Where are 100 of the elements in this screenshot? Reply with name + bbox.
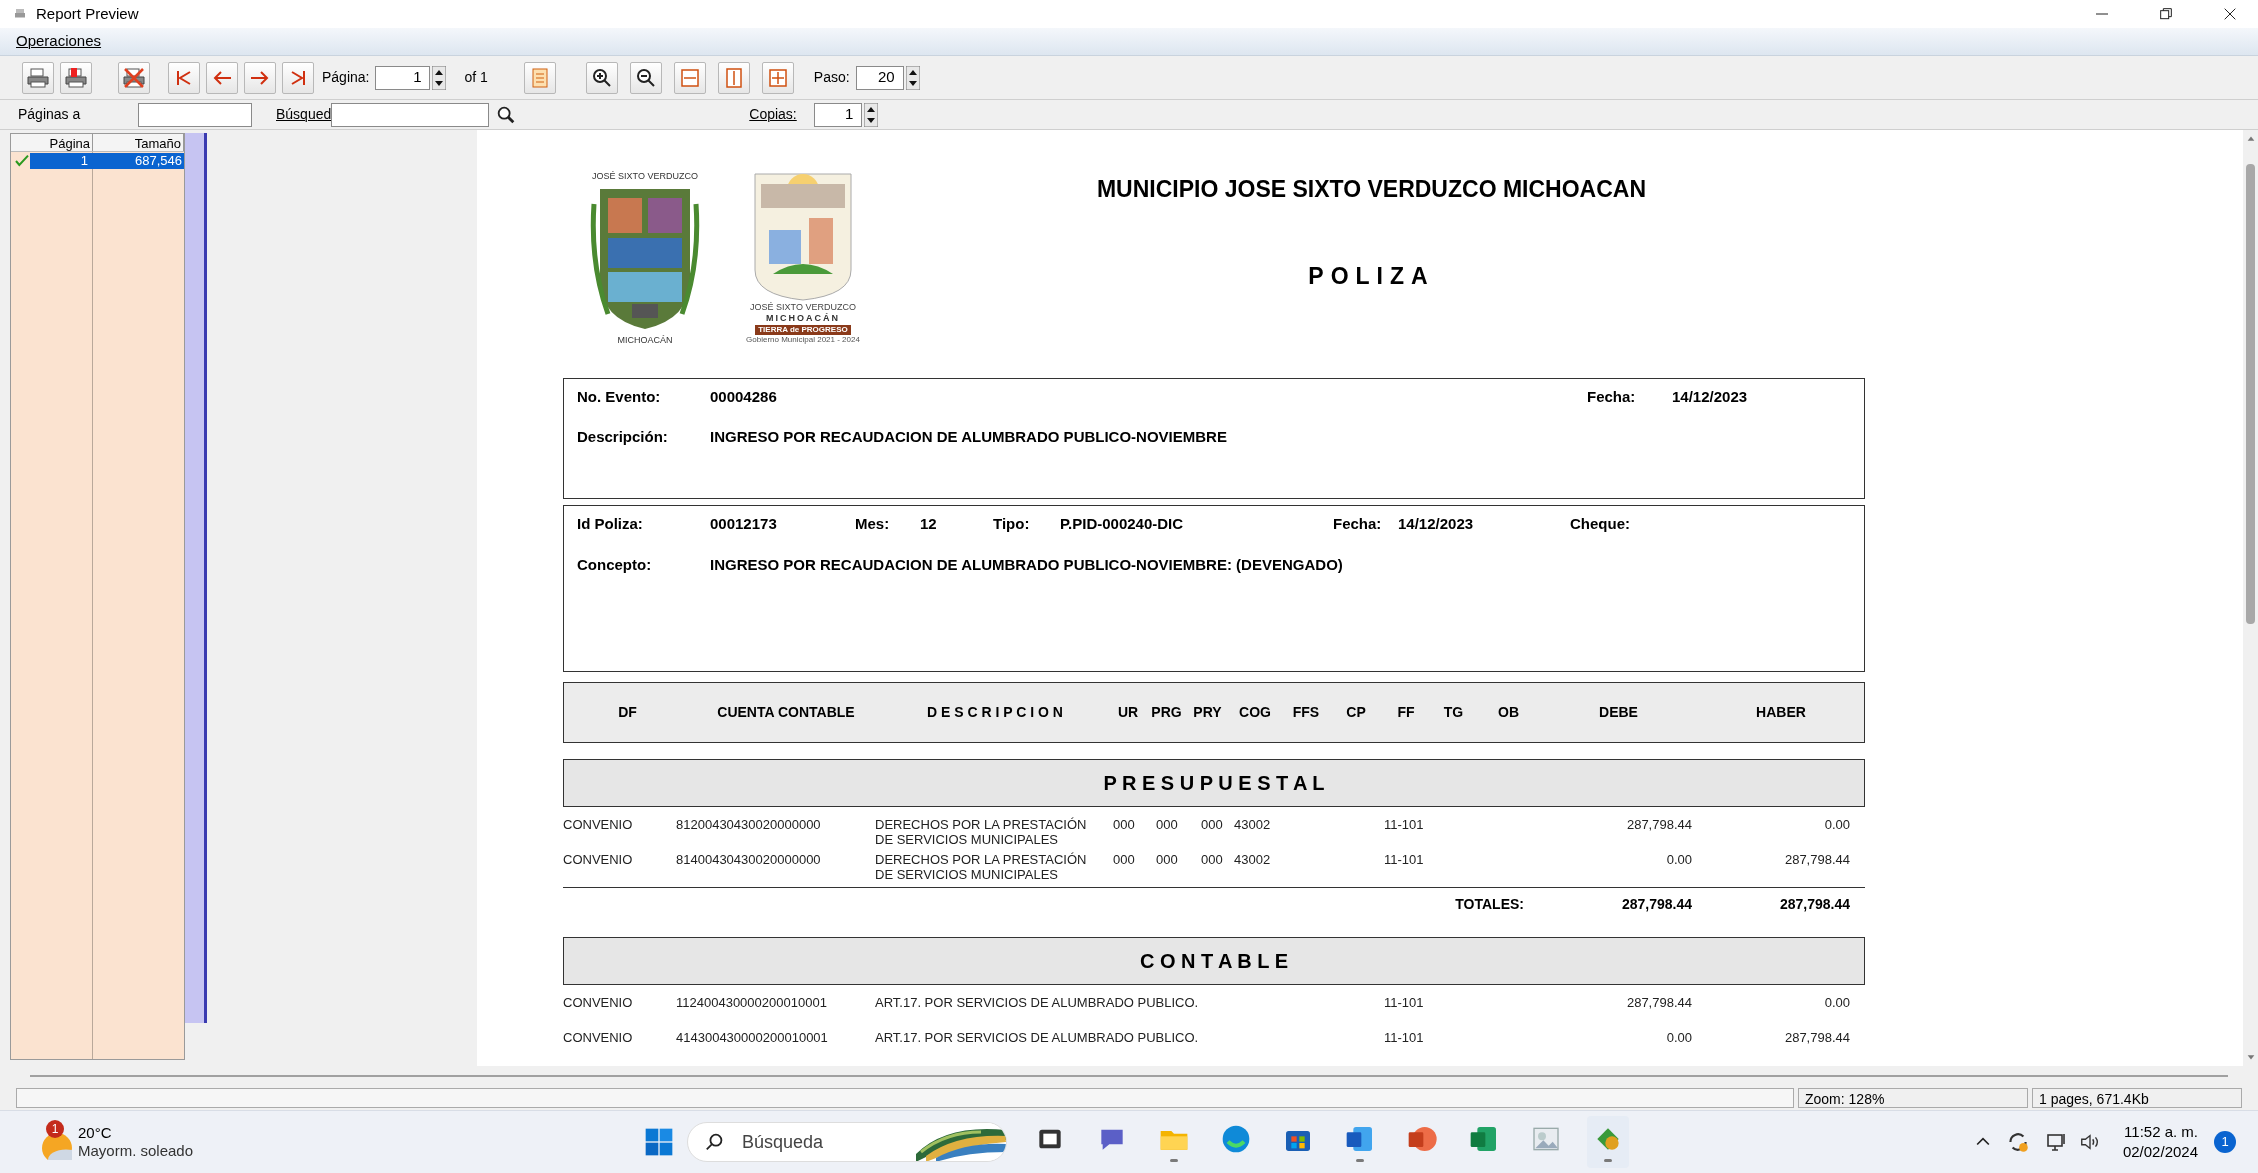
temperature: 20°C [78, 1124, 113, 1142]
scroll-down-icon[interactable] [2245, 1052, 2256, 1062]
column-header: D E S C R I P C I O N [926, 703, 1064, 722]
field-value: P.PID-000240-DIC [1060, 514, 1185, 534]
weather-label: Mayorm. soleado [78, 1142, 194, 1160]
previous-page-button[interactable] [206, 61, 238, 94]
field-value: 12 [920, 514, 938, 534]
clock-time[interactable]: 11:52 a. m. [2124, 1122, 2198, 1142]
table-cell-text: 287,798.44 [1625, 817, 1693, 834]
table-cell-text: 0.00 [1823, 817, 1851, 834]
table-cell-text: CONVENIO [563, 995, 634, 1012]
column-header: PRG [1150, 703, 1183, 722]
table-cell-text: 0.00 [1665, 1030, 1693, 1047]
page-label: Página: [322, 68, 370, 87]
field-value: INGRESO POR RECAUDACION DE ALUMBRADO PUBLICO-NOVIEMBRE: (DEVENGADO) [710, 554, 1344, 575]
fit-height-button[interactable] [717, 61, 750, 94]
table-cell-text: 11-101 [1384, 995, 1425, 1012]
table-cell-text: 112400430000200010001 [676, 995, 828, 1012]
page-number: 1 [79, 152, 89, 171]
copies-label: Copias: [749, 105, 798, 124]
table-cell-text: DERECHOS POR LA PRESTACIÓN DE SERVICIOS MUNICIPALES [875, 817, 1088, 849]
total-credit: 287,798.44 [1778, 895, 1851, 914]
scroll-up-icon[interactable] [2245, 134, 2256, 144]
field-value: 14/12/2023 [1672, 387, 1749, 407]
next-page-button[interactable] [244, 61, 276, 94]
table-cell-text: 000 [1156, 817, 1179, 834]
running-indicator [1356, 1158, 1365, 1162]
logo-text: JOSÉ SIXTO VERDUZCO [592, 170, 698, 183]
table-cell-text: CONVENIO [563, 1030, 634, 1047]
table-cell-text: 287,798.44 [1783, 852, 1851, 869]
column-header: DEBE [1598, 703, 1639, 722]
horizontal-scrollbar[interactable] [30, 1075, 2228, 1077]
field-label: Tipo: [993, 514, 1031, 534]
zoom-in-button[interactable] [585, 61, 618, 94]
table-cell-text: 11-101 [1384, 817, 1425, 834]
field-value: 14/12/2023 [1398, 514, 1475, 534]
clock-date[interactable]: 02/02/2024 [2122, 1142, 2198, 1162]
table-cell-text: 287,798.44 [1625, 995, 1693, 1012]
section-title: P R E S U P U E S T A L [1103, 771, 1325, 796]
pages-to-print-label: Páginas a [18, 105, 82, 124]
field-label: Id Poliza: [577, 514, 644, 534]
step-label: Paso: [813, 68, 850, 87]
speaker-icon[interactable] [2078, 1131, 2101, 1153]
page-list-row[interactable]: 1 687,546 [30, 153, 184, 169]
field-label: Fecha: [1333, 514, 1383, 534]
print-button[interactable] [22, 61, 54, 94]
table-cell-text: 81200430430020000000 [676, 817, 822, 834]
print-page-button[interactable] [60, 61, 92, 94]
column-header: CP [1345, 703, 1367, 722]
spinner-arrows-icon[interactable] [864, 102, 879, 127]
column-header: FF [1396, 703, 1416, 722]
step-field[interactable]: 20 [855, 65, 904, 90]
table-cell-text: 81400430430020000000 [676, 852, 822, 869]
table-cell-text: 287,798.44 [1783, 1030, 1851, 1047]
field-value: 00004286 [710, 387, 778, 407]
search-field[interactable] [331, 102, 490, 127]
page-size: 687,546 [134, 152, 183, 171]
logo-text: JOSÉ SIXTO VERDUZCO [750, 302, 856, 313]
notification-badge[interactable]: 1 [2214, 1131, 2236, 1153]
field-label: Fecha: [1587, 387, 1637, 407]
spinner-arrows-icon[interactable] [905, 65, 920, 90]
menu-item[interactable]: Operaciones [16, 30, 102, 53]
cancel-print-icon [122, 65, 146, 90]
spinner-arrows-icon[interactable] [432, 65, 447, 90]
close-icon[interactable] [2222, 6, 2238, 22]
totals-label: TOTALES: [1454, 895, 1525, 914]
column-header: COG [1238, 703, 1272, 722]
copies-field[interactable]: 1 [814, 102, 863, 127]
restore-icon[interactable] [2158, 6, 2174, 22]
first-page-button[interactable] [168, 61, 200, 94]
fit-width-button[interactable] [673, 61, 706, 94]
table-cell-text: CONVENIO [563, 817, 634, 834]
table-cell-text: 11-101 [1384, 1030, 1425, 1047]
table-cell-text: 11-101 [1384, 852, 1425, 869]
page-number-field[interactable]: 1 [375, 65, 431, 90]
running-indicator [1604, 1158, 1613, 1162]
cancel-print-button[interactable] [118, 61, 150, 94]
column-header: OB [1497, 703, 1520, 722]
field-label: No. Evento: [577, 387, 662, 407]
page-count-label: of 1 [464, 68, 488, 87]
logo-text: TIERRA de PROGRESO [755, 324, 851, 335]
taskbar-search-field[interactable]: Búsqueda [687, 1122, 1008, 1162]
column-header: PRY [1192, 703, 1223, 722]
report-title: MUNICIPIO JOSE SIXTO VERDUZCO MICHOACAN [1096, 175, 1647, 204]
column-header: UR [1116, 703, 1140, 722]
print-icon [26, 65, 50, 90]
scrollbar-thumb[interactable] [2246, 164, 2255, 624]
column-header: DF [617, 703, 638, 722]
running-indicator [1170, 1158, 1179, 1162]
table-cell-text: ART.17. POR SERVICIOS DE ALUMBRADO PUBLICO. [875, 995, 1200, 1012]
zoom-out-button[interactable] [629, 61, 662, 94]
table-cell-text: 000 [1201, 852, 1224, 869]
fit-page-button[interactable] [761, 61, 794, 94]
column-header: FFS [1291, 703, 1321, 722]
pages-field[interactable] [138, 102, 252, 127]
last-page-button[interactable] [282, 61, 314, 94]
column-header: HABER [1755, 703, 1807, 722]
column-header: CUENTA CONTABLE [716, 703, 856, 722]
table-cell-text: 43002 [1234, 852, 1272, 869]
table-cell-text: 43002 [1234, 817, 1272, 834]
